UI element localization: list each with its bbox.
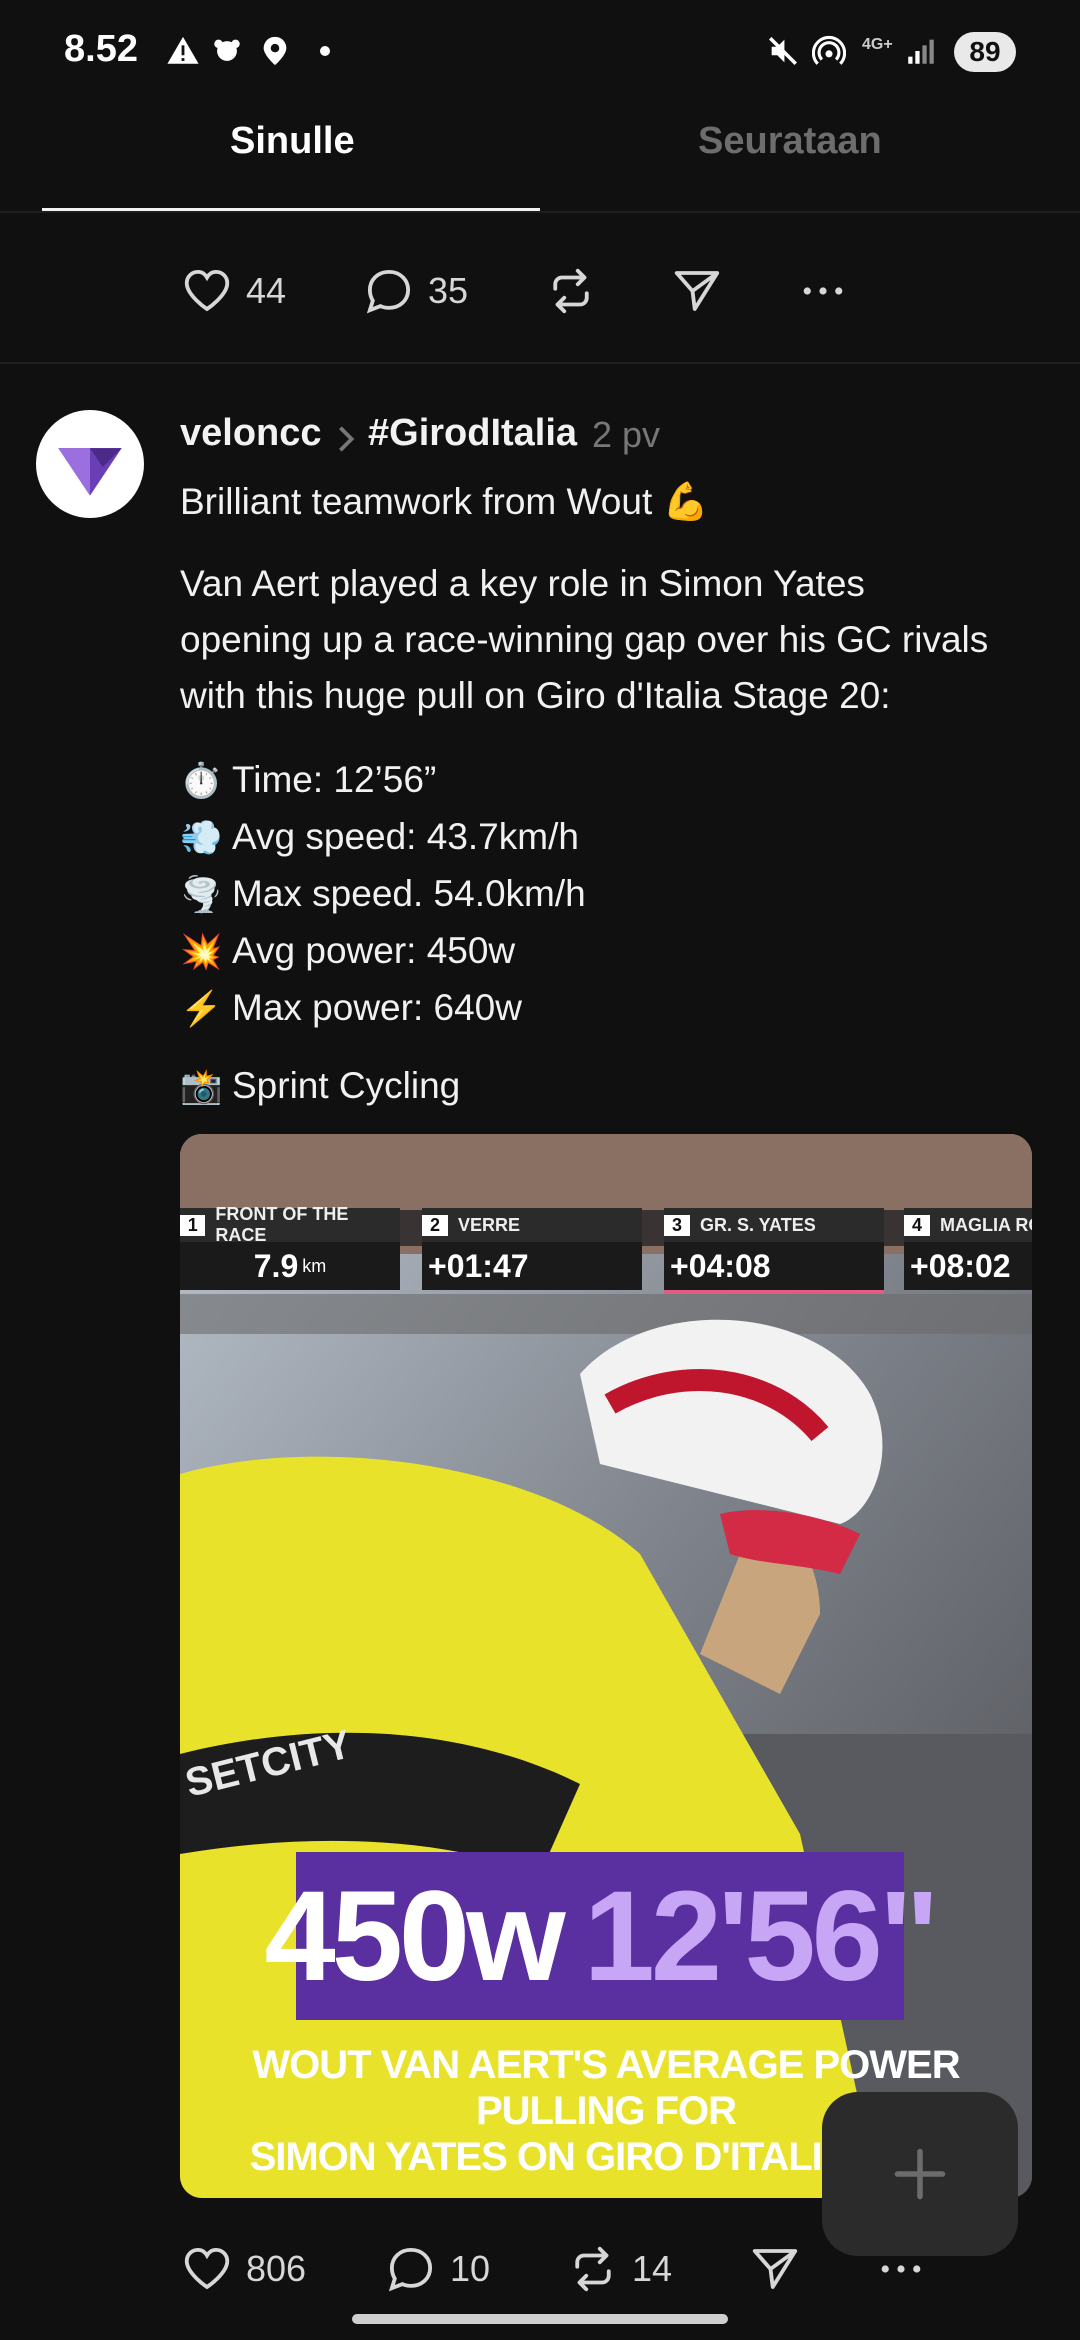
reply-count: 10: [450, 2248, 491, 2289]
velon-logo-icon: [58, 448, 122, 496]
warning-icon: [167, 36, 199, 64]
post-body: Van Aert played a key role in Simon Yate…: [180, 556, 988, 724]
status-bar: 8.52 4G+ 89: [0, 0, 1080, 110]
stat-max-speed: 🌪️ Max speed. 54.0km/h: [180, 866, 586, 923]
avatar[interactable]: [36, 410, 144, 518]
body-line: opening up a race-winning gap over his G…: [180, 619, 989, 660]
repost-button[interactable]: 14: [566, 2242, 672, 2296]
hotspot-icon: [812, 35, 846, 65]
big-time: 12'56": [583, 1864, 940, 2008]
location-icon: [263, 36, 287, 66]
like-button[interactable]: 806: [180, 2242, 306, 2296]
topic-tag[interactable]: #GirodItalia: [368, 412, 577, 455]
body-line: Van Aert played a key role in Simon Yate…: [180, 563, 865, 604]
heart-icon: [184, 2247, 230, 2290]
repost-button[interactable]: [544, 264, 598, 318]
mute-icon: [768, 36, 798, 66]
reply-count: 35: [428, 270, 469, 311]
like-button[interactable]: 44: [180, 264, 286, 318]
new-post-button[interactable]: [822, 2092, 1018, 2256]
repost-count: 14: [632, 2248, 673, 2289]
plus-icon: [894, 2148, 946, 2200]
reply-button[interactable]: 35: [362, 264, 468, 318]
wind-icon: 💨: [180, 819, 223, 857]
stat-time: ⏱️ Time: 12’56”: [180, 752, 586, 809]
more-icon: [803, 287, 843, 295]
photo-credit: 📸 Sprint Cycling: [180, 1058, 460, 1115]
post-line-1: Brilliant teamwork from Wout 💪: [180, 481, 709, 522]
tab-for-you[interactable]: Sinulle: [230, 120, 355, 163]
comment-icon: [366, 269, 411, 314]
stats-list: ⏱️ Time: 12’56” 💨 Avg speed: 43.7km/h 🌪️ Ma…: [180, 752, 586, 1037]
send-icon: [674, 271, 720, 311]
like-count: 806: [246, 2248, 307, 2289]
battery-indicator: 89: [954, 32, 1016, 72]
repost-icon: [553, 268, 589, 314]
heart-icon: [184, 269, 230, 312]
reply-button[interactable]: 10: [384, 2242, 490, 2296]
stopwatch-icon: ⏱️: [180, 762, 223, 800]
signal-icon: [908, 39, 934, 64]
notification-icon: [214, 39, 240, 61]
power-banner: 450w 12'56": [265, 1852, 939, 2020]
race-board-cell-1: 1 FRONT OF THE RACE 7.9 km: [180, 1204, 400, 1290]
username[interactable]: veloncc: [180, 412, 322, 455]
race-board-cell-4: 4 MAGLIA RO +08:02: [904, 1208, 1032, 1290]
share-button[interactable]: [670, 264, 724, 318]
dot-icon: [320, 46, 330, 56]
race-board-cell-2: 2 VERRE +01:47: [422, 1208, 642, 1290]
like-count: 44: [246, 270, 287, 311]
collision-icon: 💥: [180, 933, 223, 971]
post-time: 2 pv: [592, 414, 661, 455]
more-button[interactable]: [874, 2242, 928, 2296]
cyclist-photo: [180, 1134, 1032, 2198]
repost-icon: [575, 2246, 611, 2292]
more-button[interactable]: [796, 264, 850, 318]
network-type: 4G+: [862, 36, 893, 53]
more-icon: [881, 2265, 921, 2273]
chevron-right-icon: [339, 426, 355, 452]
tab-divider: [0, 211, 1080, 213]
home-indicator[interactable]: [352, 2314, 728, 2324]
comment-icon: [388, 2247, 433, 2292]
send-icon: [752, 2249, 798, 2289]
tornado-icon: 🌪️: [180, 876, 223, 914]
body-line: with this huge pull on Giro d'Italia Sta…: [180, 675, 891, 716]
camera-icon: 📸: [180, 1068, 223, 1106]
tab-following[interactable]: Seurataan: [698, 120, 882, 163]
lightning-icon: ⚡: [180, 990, 223, 1028]
stat-avg-speed: 💨 Avg speed: 43.7km/h: [180, 809, 586, 866]
big-power: 450w: [264, 1864, 566, 2008]
post-divider: [0, 362, 1080, 364]
status-time: 8.52: [64, 28, 138, 70]
share-button[interactable]: [748, 2242, 802, 2296]
post-image[interactable]: 1 FRONT OF THE RACE 7.9 km 2 VERRE +01:4…: [180, 1134, 1032, 2198]
stat-avg-power: 💥 Avg power: 450w: [180, 923, 586, 980]
race-board-cell-3: 3 GR. S. YATES +04:08: [664, 1208, 884, 1294]
stat-max-power: ⚡ Max power: 640w: [180, 980, 586, 1037]
